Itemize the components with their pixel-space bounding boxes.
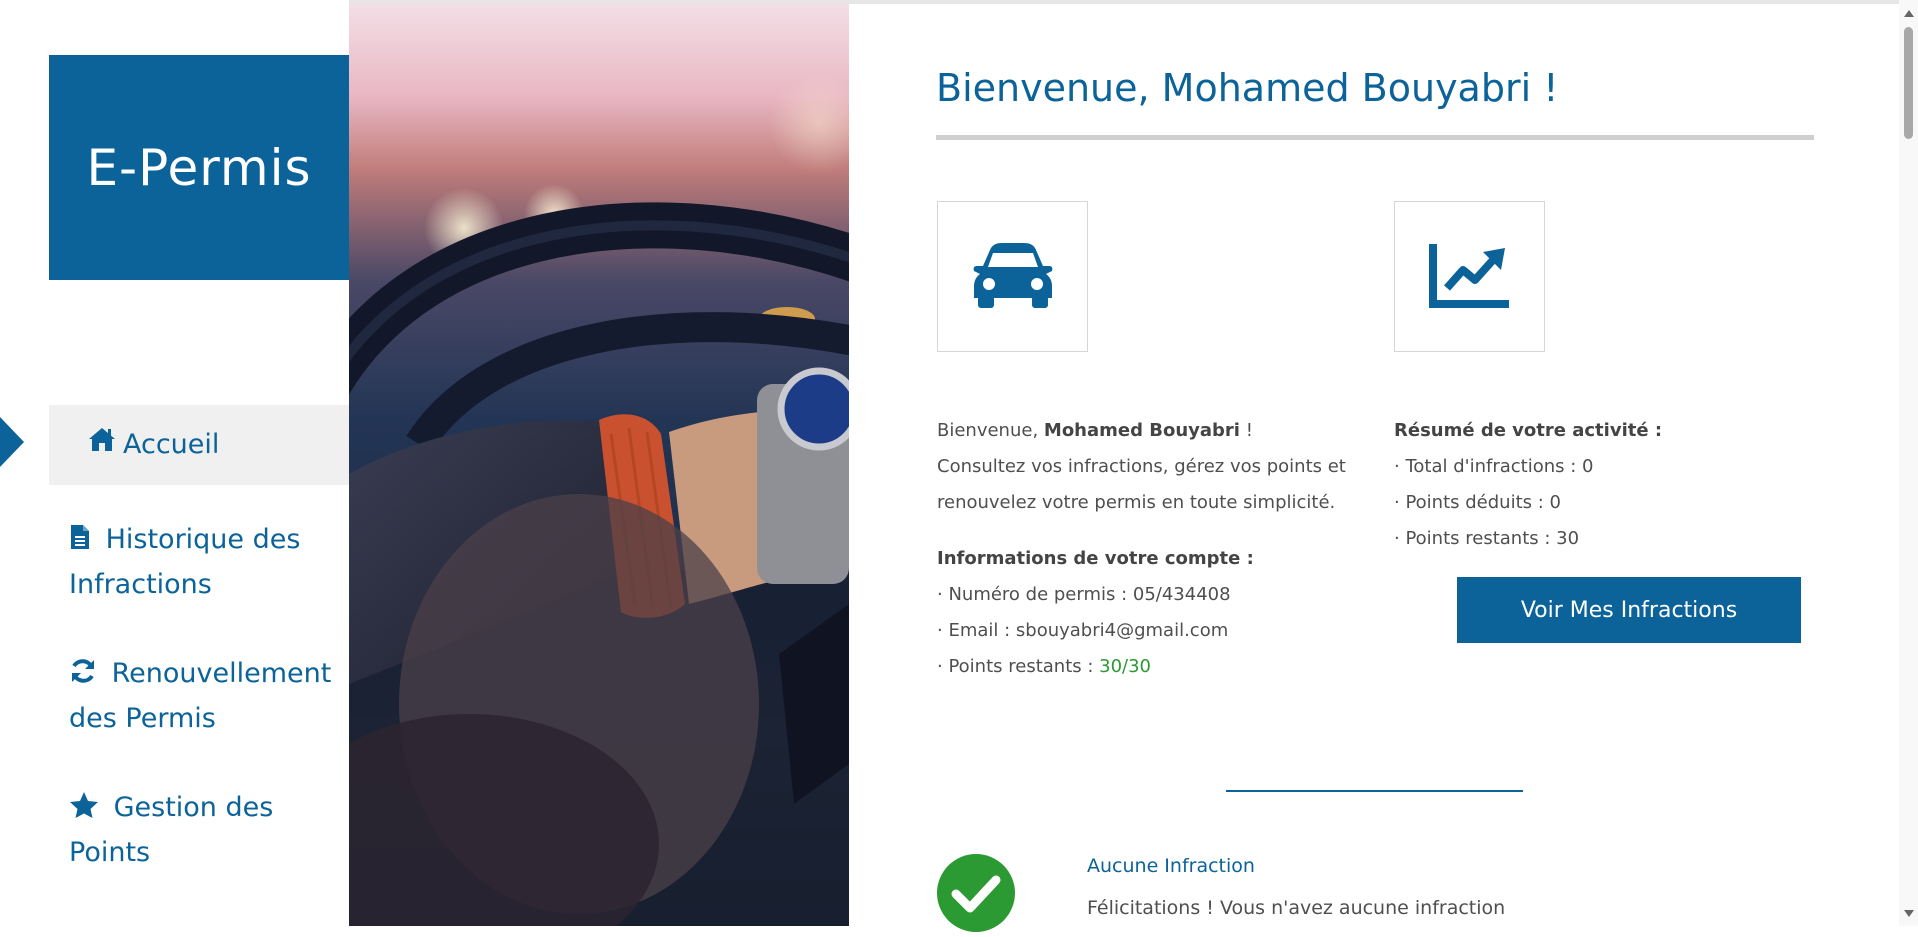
welcome-description: Consultez vos infractions, gérez vos poi… bbox=[937, 456, 1346, 513]
summary-total-infractions: · Total d'infractions : 0 bbox=[1394, 456, 1594, 477]
page-title: Bienvenue, Mohamed Bouyabri ! bbox=[936, 66, 1559, 110]
sidebar: E-Permis Accueil Historique des Infracti… bbox=[0, 0, 349, 926]
title-divider bbox=[936, 135, 1814, 140]
no-infraction-message: Félicitations ! Vous n'avez aucune infra… bbox=[1087, 897, 1506, 919]
account-heading: Informations de votre compte : bbox=[937, 548, 1254, 569]
welcome-column: Bienvenue, Mohamed Bouyabri ! Consultez … bbox=[937, 413, 1347, 685]
star-icon bbox=[69, 790, 99, 832]
nav-label-historique: Historique des Infractions bbox=[69, 524, 301, 600]
nav-label-gestion: Gestion des Points bbox=[69, 792, 274, 868]
section-divider bbox=[1226, 790, 1523, 792]
scroll-up-arrow-icon[interactable] bbox=[1904, 10, 1914, 17]
hero-image bbox=[349, 4, 849, 926]
user-name: Mohamed Bouyabri bbox=[1043, 420, 1240, 441]
intro-suffix: ! bbox=[1239, 420, 1253, 441]
line-chart-icon bbox=[1428, 242, 1511, 312]
scrollbar-thumb[interactable] bbox=[1904, 27, 1913, 139]
page-scrollbar[interactable] bbox=[1899, 0, 1918, 926]
summary-points-deducted: · Points déduits : 0 bbox=[1394, 492, 1561, 513]
main-content: Bienvenue, Mohamed Bouyabri ! Bienvenue,… bbox=[849, 0, 1899, 932]
document-icon bbox=[69, 522, 91, 564]
home-icon bbox=[87, 424, 117, 466]
car-card bbox=[937, 201, 1088, 352]
welcome-intro: Bienvenue, Mohamed Bouyabri ! bbox=[937, 413, 1347, 449]
no-infraction-title: Aucune Infraction bbox=[1087, 855, 1255, 877]
view-infractions-button[interactable]: Voir Mes Infractions bbox=[1457, 577, 1801, 643]
nav-item-renouvellement[interactable]: Renouvellement des Permis bbox=[49, 653, 349, 740]
nav-item-accueil[interactable]: Accueil bbox=[49, 405, 349, 485]
points-value: 30/30 bbox=[1099, 656, 1152, 677]
permit-number: · Numéro de permis : 05/434408 bbox=[937, 584, 1231, 605]
activity-summary: Résumé de votre activité : · Total d'inf… bbox=[1394, 413, 1814, 557]
account-points: · Points restants : 30/30 bbox=[937, 649, 1347, 685]
account-email: · Email : sbouyabri4@gmail.com bbox=[937, 620, 1229, 641]
car-icon bbox=[972, 242, 1054, 312]
summary-points-remaining: · Points restants : 30 bbox=[1394, 528, 1580, 549]
nav-item-historique[interactable]: Historique des Infractions bbox=[49, 519, 349, 606]
scroll-down-arrow-icon[interactable] bbox=[1904, 910, 1914, 917]
intro-prefix: Bienvenue, bbox=[937, 420, 1044, 441]
nav-label-renouvellement: Renouvellement des Permis bbox=[69, 658, 332, 734]
summary-heading: Résumé de votre activité : bbox=[1394, 420, 1663, 441]
brand-title: E-Permis bbox=[86, 138, 312, 197]
active-nav-indicator bbox=[0, 417, 24, 467]
chart-card bbox=[1394, 201, 1545, 352]
points-label: · Points restants : bbox=[937, 656, 1100, 677]
nav-label-accueil: Accueil bbox=[123, 429, 220, 460]
refresh-icon bbox=[69, 656, 97, 698]
nav-item-gestion-points[interactable]: Gestion des Points bbox=[49, 787, 349, 874]
check-circle-icon bbox=[936, 853, 1016, 937]
brand-logo[interactable]: E-Permis bbox=[49, 55, 349, 280]
